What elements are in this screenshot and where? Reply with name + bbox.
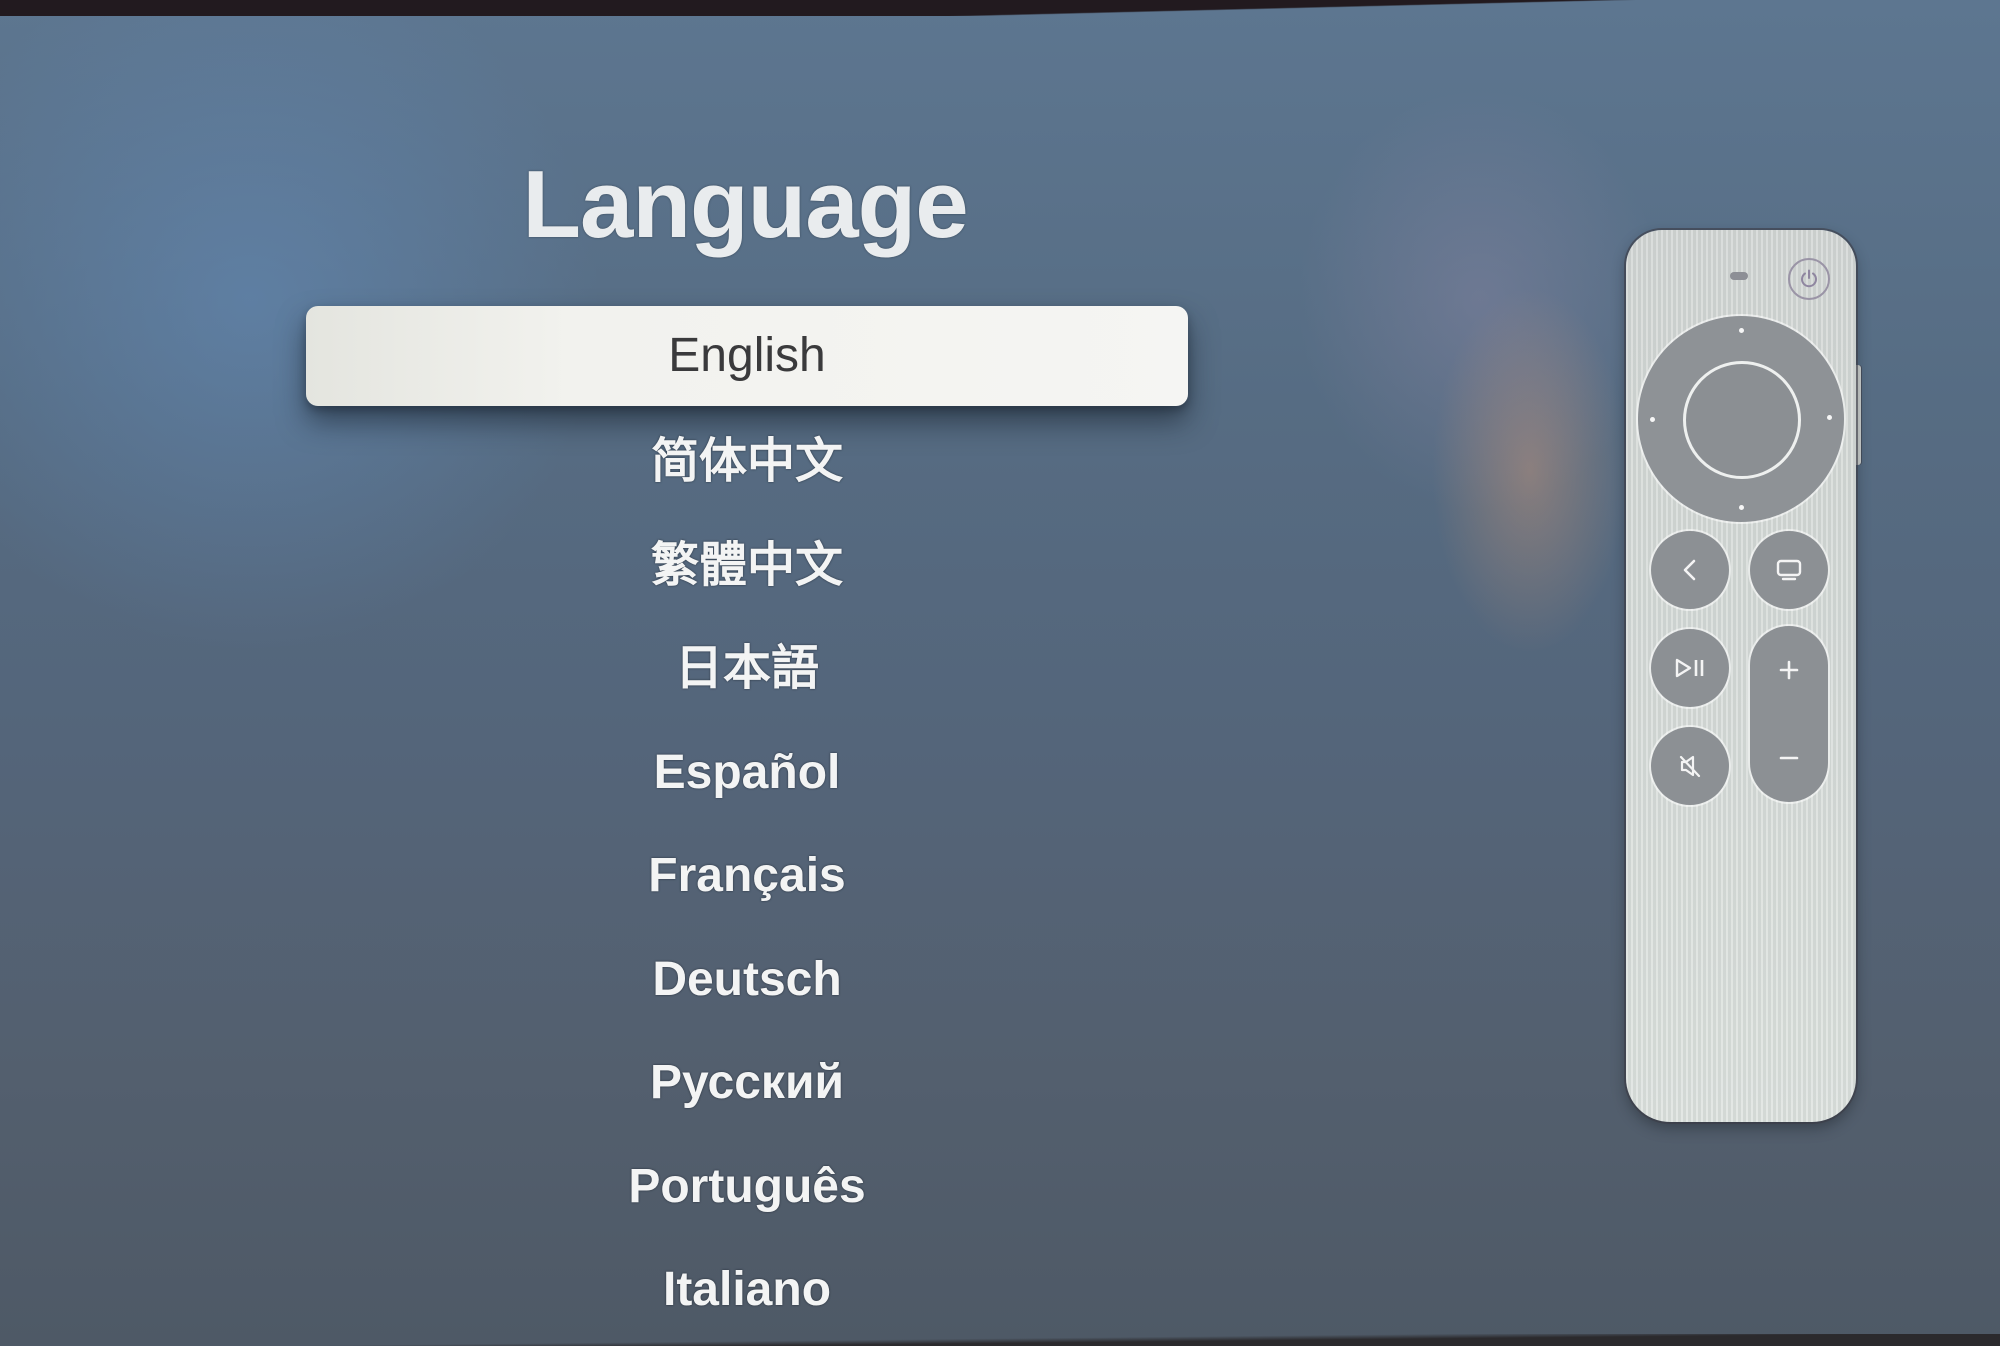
minus-icon [1750,714,1828,802]
language-option-portuguese[interactable]: Português [306,1135,1188,1239]
tv-button-illustration [1750,531,1828,609]
power-icon [1788,258,1830,300]
siri-remote-illustration [1626,230,1856,1122]
clickpad-touch-ring [1683,361,1801,479]
tv-bezel-top [0,0,2000,16]
mute-button-illustration [1651,727,1729,805]
chevron-left-icon [1683,559,1696,581]
language-option-russian[interactable]: Русский [306,1031,1188,1135]
language-option-french[interactable]: Français [306,824,1188,928]
language-option-traditional-chinese[interactable]: 繁體中文 [306,514,1188,618]
clickpad-dot-up [1739,328,1744,333]
language-option-spanish[interactable]: Español [306,721,1188,825]
language-list: English 简体中文 繁體中文 日本語 Español Français D… [306,306,1188,1342]
remote-clickpad [1638,316,1844,522]
language-option-english[interactable]: English [306,306,1188,406]
language-option-german[interactable]: Deutsch [306,928,1188,1032]
language-option-simplified-chinese[interactable]: 简体中文 [306,410,1188,514]
volume-rocker-illustration [1750,626,1828,802]
language-option-italian[interactable]: Italiano [306,1238,1188,1342]
language-option-japanese[interactable]: 日本語 [306,617,1188,721]
back-button-illustration [1651,531,1729,609]
page-title: Language [522,151,968,258]
clickpad-dot-down [1739,505,1744,510]
tv-bezel-bottom [0,1334,2000,1346]
remote-led-indicator [1730,272,1748,280]
clickpad-dot-right [1827,415,1832,420]
mute-icon [1679,755,1701,778]
clickpad-dot-left [1650,417,1655,422]
plus-icon [1750,626,1828,714]
play-pause-icon [1675,658,1704,678]
tv-icon [1776,559,1802,581]
play-pause-button-illustration [1651,629,1729,707]
